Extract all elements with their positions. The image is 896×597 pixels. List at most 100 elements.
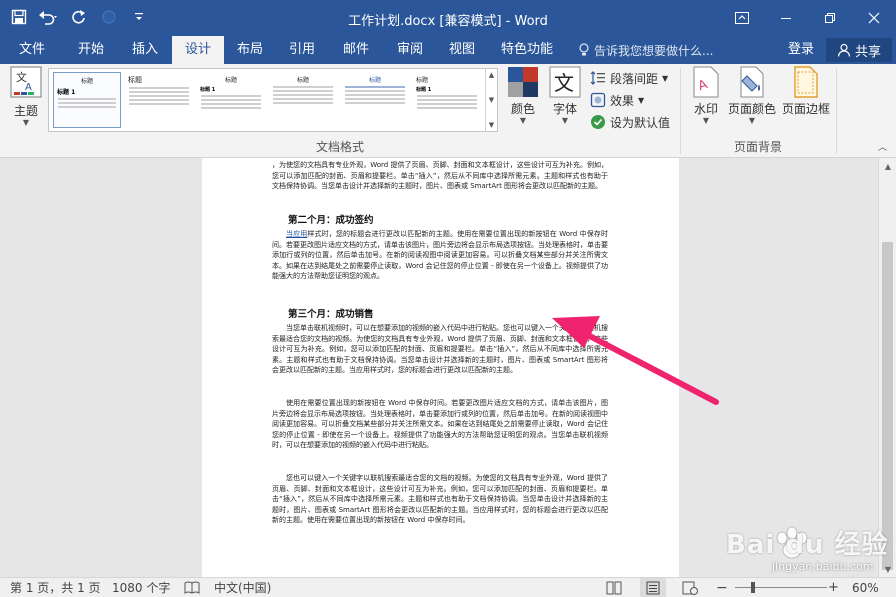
group-separator [836,68,837,154]
person-icon [837,43,851,57]
language-indicator[interactable]: 中文(中国) [214,578,271,597]
watermark-overlay: Bai du 经验 jingyan.baidu.com [726,520,894,578]
paragraph-spacing-button[interactable]: 段落间距 ▼ [590,68,668,88]
colors-label: 颜色 [510,102,535,116]
watermark-icon: A [693,66,719,98]
restore-button[interactable] [808,0,852,36]
ribbon-design-panel: 文 A 主题 ▼ 标题 标题 1 标题 标题 标题 1 标题 标题 标题 标题 … [0,64,896,158]
gallery-scroll[interactable]: ▲ ▼ ▼ [485,69,497,131]
style-set-thumb[interactable]: 标题 [125,72,193,128]
style-set-gallery: 标题 标题 1 标题 标题 标题 1 标题 标题 标题 标题 1 ▲ ▼ ▼ [48,68,498,132]
zoom-in-button[interactable]: + [828,578,839,597]
collapse-ribbon-icon[interactable]: ︿ [878,140,887,153]
group-separator [680,68,681,154]
effects-button[interactable]: 效果 ▼ [590,90,644,110]
thumb-title: 标题 [296,77,309,84]
proofing-book-icon [184,581,200,594]
zoom-slider[interactable] [735,587,827,588]
chevron-up-icon[interactable]: ▲ [489,71,494,79]
page-borders-label: 页面边框 [781,102,830,116]
minimize-icon [781,18,791,19]
page-background-group-label: 页面背景 [734,140,783,154]
proofing-status[interactable] [184,578,200,597]
thumb-heading: 标题 1 [57,89,76,96]
style-set-thumb[interactable]: 标题 标题 1 [197,72,265,128]
tab-insert[interactable]: 插入 [120,36,170,64]
themes-button[interactable]: 文 A 主题 ▼ [8,66,44,127]
watermark-button[interactable]: A 水印 ▼ [688,66,724,125]
set-as-default-button[interactable]: 设为默认值 [590,112,670,132]
page-count[interactable]: 第 1 页，共 1 页 [10,578,101,597]
ribbon-options-icon [735,12,749,24]
font-icon: 文 [549,66,581,98]
share-button[interactable]: 共享 [826,38,892,62]
zoom-out-button[interactable]: − [716,578,728,597]
thumb-heading: 标题 1 [416,87,432,93]
tab-review[interactable]: 审阅 [386,36,434,64]
print-layout-button[interactable] [640,578,666,597]
style-set-thumb[interactable]: 标题 标题 1 [413,72,481,128]
tab-view[interactable]: 视图 [438,36,486,64]
chevron-down-icon: ▼ [519,116,527,125]
themes-label: 主题 [13,104,38,118]
chevron-down-icon: ▼ [748,116,756,125]
tab-home[interactable]: 开始 [66,36,116,64]
page-color-button[interactable]: 页面颜色 ▼ [726,66,778,125]
print-layout-icon [646,581,660,595]
checkmark-icon [591,115,605,129]
scroll-up-icon[interactable]: ▲ [879,158,896,174]
window-controls [720,0,896,36]
lightbulb-icon [579,43,589,56]
fonts-button[interactable]: 文 字体 ▼ [546,66,584,125]
thumb-title: 标题 [80,78,93,85]
style-set-thumb[interactable]: 标题 [269,72,337,128]
style-set-thumb[interactable]: 标题 [341,72,409,128]
chevron-down-icon[interactable]: ▼ [489,96,494,104]
style-set-thumb[interactable]: 标题 标题 1 [53,72,121,128]
gallery-more-icon[interactable]: ▼ [489,121,494,129]
restore-icon [825,13,835,23]
web-layout-button[interactable] [682,578,698,597]
zoom-level[interactable]: 60% [852,578,879,597]
colors-button[interactable]: 颜色 ▼ [504,66,542,125]
themes-icon: 文 A [10,66,42,98]
chevron-down-icon: ▼ [702,116,710,125]
page-border-icon [794,66,818,98]
thumb-heading: 标题 1 [200,87,216,93]
tell-me-placeholder: 告诉我您想要做什么... [594,43,714,58]
tab-mailings[interactable]: 邮件 [332,36,380,64]
thumb-title: 标题 [368,77,381,84]
tell-me-box[interactable]: 告诉我您想要做什么... [578,36,713,64]
word-count[interactable]: 1080 个字 [112,578,170,597]
color-palette-icon [508,67,538,97]
tab-special-features[interactable]: 特色功能 [494,36,560,64]
ribbon-display-options-button[interactable] [720,0,764,36]
document-formatting-group-label: 文档格式 [316,140,365,154]
read-mode-icon [606,581,622,595]
zoom-slider-thumb[interactable] [751,582,755,593]
sign-in-link[interactable]: 登录 [788,36,814,64]
minus-icon: − [716,580,728,596]
tab-file[interactable]: 文件 [8,36,56,64]
chevron-down-icon: ▼ [561,116,569,125]
set-as-default-label: 设为默认值 [610,115,671,130]
fonts-label: 字体 [552,102,577,116]
minimize-button[interactable] [764,0,808,36]
paragraph-spacing-icon [590,71,605,85]
read-mode-button[interactable] [606,578,622,597]
thumb-title: 标题 [416,77,429,84]
page-color-label: 页面颜色 [727,102,776,116]
tab-layout[interactable]: 布局 [226,36,274,64]
ribbon-tab-bar: 文件 开始 插入 设计 布局 引用 邮件 审阅 视图 特色功能 告诉我您想要做什… [0,36,896,64]
close-button[interactable] [852,0,896,36]
title-bar: 工作计划.docx [兼容模式] - Word [0,0,896,36]
thumb-title: 标题 [224,77,237,84]
tab-references[interactable]: 引用 [278,36,326,64]
chevron-down-icon: ▼ [638,95,645,105]
effects-label: 效果 [610,93,635,108]
page-color-icon [740,66,764,98]
tab-design[interactable]: 设计 [172,36,224,64]
svg-text:A: A [25,82,32,93]
page-borders-button[interactable]: 页面边框 [780,66,832,117]
vertical-scrollbar[interactable]: ▲ ▼ [878,158,896,577]
